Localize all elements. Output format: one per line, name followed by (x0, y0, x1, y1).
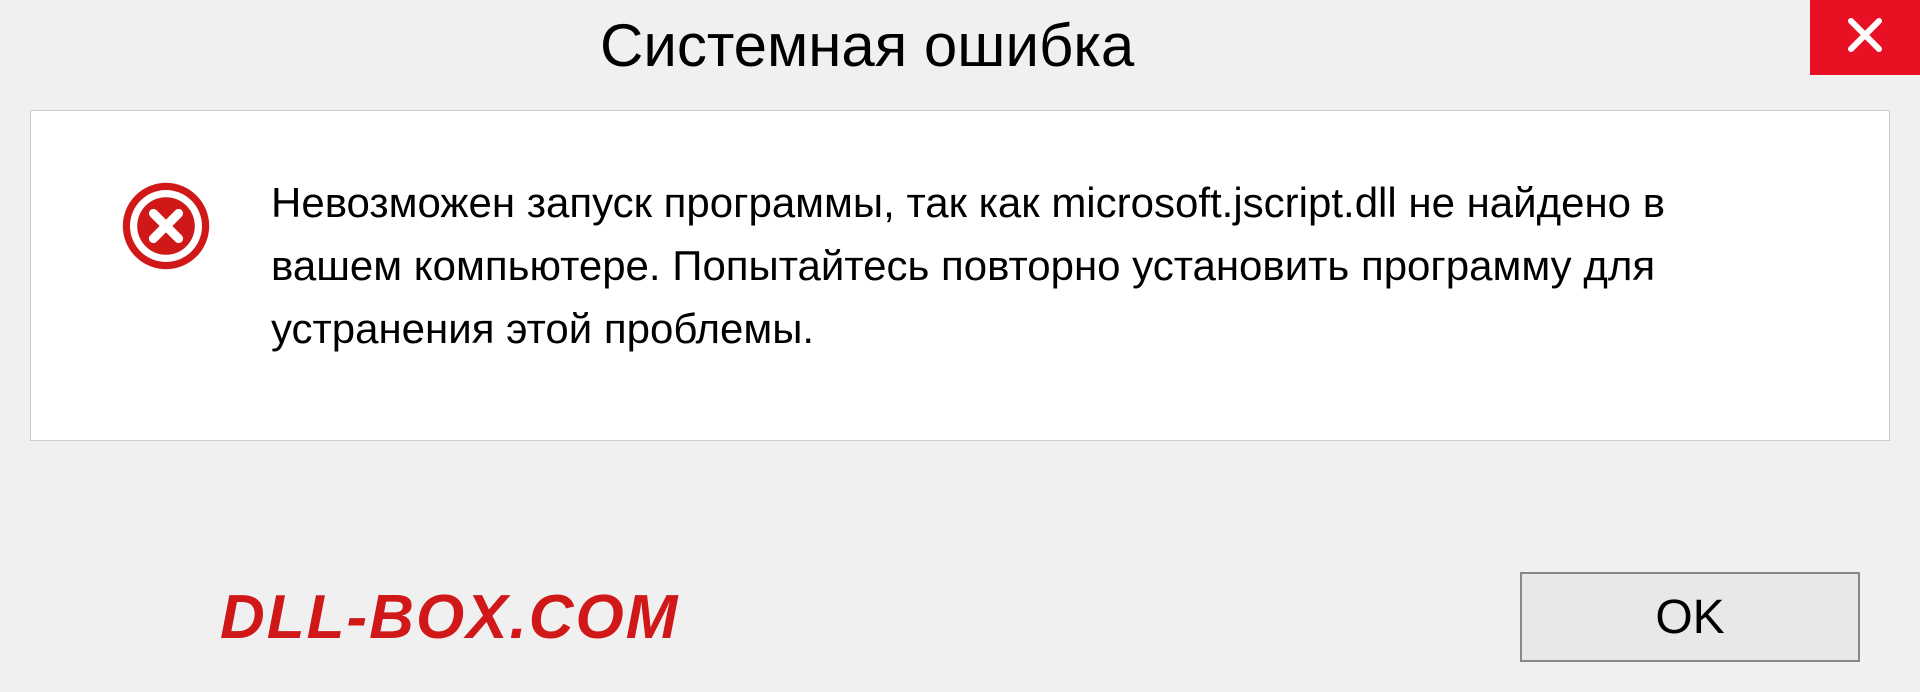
titlebar: Системная ошибка (0, 0, 1920, 90)
error-message: Невозможен запуск программы, так как mic… (271, 171, 1839, 360)
close-button[interactable] (1810, 0, 1920, 75)
error-icon (121, 181, 211, 271)
footer: DLL-BOX.COM OK (0, 572, 1920, 662)
watermark-text: DLL-BOX.COM (220, 582, 679, 653)
error-dialog: Системная ошибка Невозможен запуск прогр… (0, 0, 1920, 692)
ok-button[interactable]: OK (1520, 572, 1860, 662)
ok-button-label: OK (1655, 590, 1724, 645)
content-panel: Невозможен запуск программы, так как mic… (30, 110, 1890, 441)
dialog-title: Системная ошибка (600, 11, 1134, 80)
close-icon (1845, 15, 1885, 60)
